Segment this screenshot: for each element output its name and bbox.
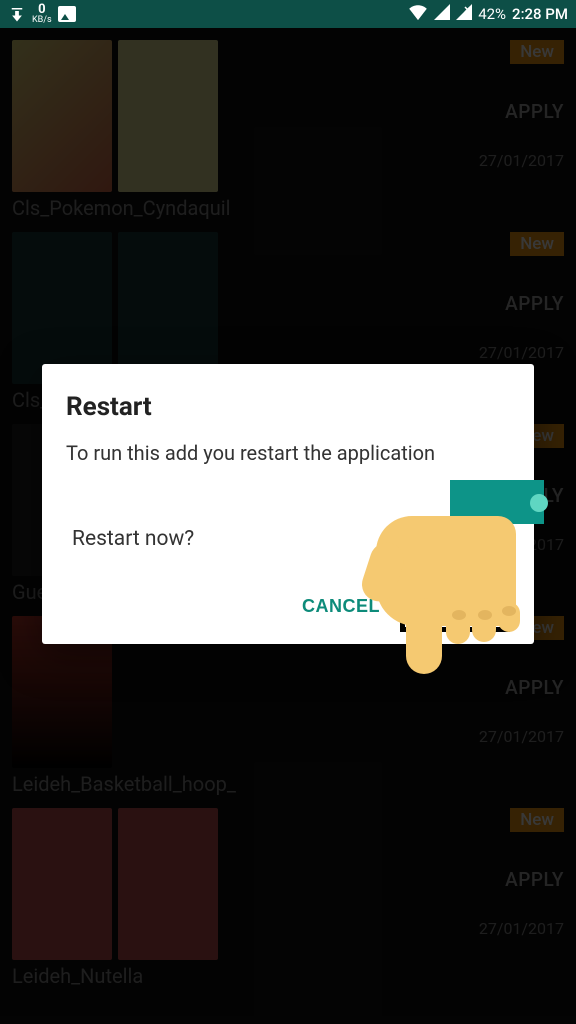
speed-unit: KB/s xyxy=(32,16,52,25)
download-icon xyxy=(8,5,26,23)
battery-percentage: 42% xyxy=(478,5,506,23)
cancel-button[interactable]: CANCEL xyxy=(290,586,392,627)
dialog-title: Restart xyxy=(66,392,510,422)
picture-icon xyxy=(58,6,76,22)
dialog-question: Restart now? xyxy=(72,527,510,551)
cell-signal-nosim-icon xyxy=(456,4,472,24)
status-right: 42% 2:28 PM xyxy=(408,4,568,24)
dialog-message: To run this add you restart the applicat… xyxy=(66,440,510,467)
dialog-buttons: CANCEL OK xyxy=(66,581,510,632)
status-left: 0 KB/s xyxy=(8,3,76,25)
cell-signal-icon xyxy=(434,4,450,24)
network-speed: 0 KB/s xyxy=(32,3,52,25)
app-content: Cls_Pokemon_Cyndaquil New APPLY 27/01/20… xyxy=(0,28,576,1024)
status-bar: 0 KB/s 42% 2:28 PM xyxy=(0,0,576,28)
ok-button[interactable]: OK xyxy=(400,581,510,632)
clock: 2:28 PM xyxy=(512,5,568,23)
wifi-icon xyxy=(408,4,428,24)
restart-dialog: Restart To run this add you restart the … xyxy=(42,364,534,644)
